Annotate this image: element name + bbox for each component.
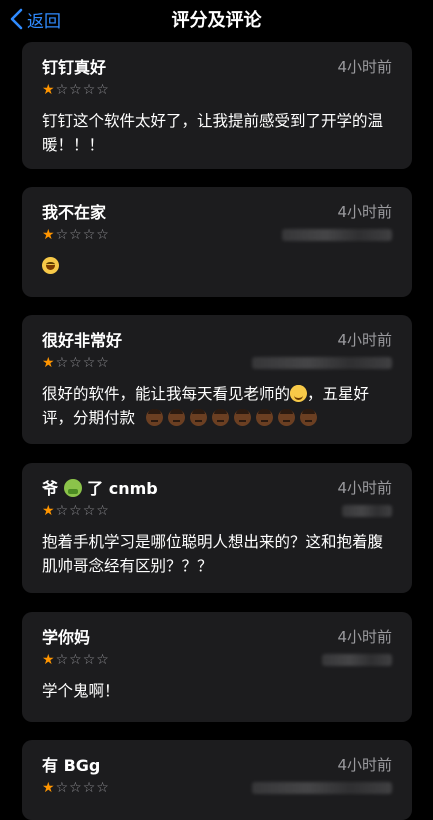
star-empty-icon: ☆ — [96, 355, 109, 371]
review-card[interactable]: 钉钉真好 4小时前 ★ ☆ ☆ ☆ ☆ 钉钉这个软件太好了，让我提前感受到了开学… — [22, 42, 412, 169]
star-empty-icon: ☆ — [96, 82, 109, 98]
star-rating: ★ ☆ ☆ ☆ ☆ — [42, 504, 109, 518]
review-time: 4小时前 — [337, 478, 392, 497]
review-title: 钉钉真好 — [42, 58, 107, 77]
man-emoji-icon — [233, 409, 251, 426]
review-title: 有 BGg — [42, 756, 101, 775]
review-time: 4小时前 — [337, 57, 392, 76]
star-empty-icon: ☆ — [69, 652, 82, 668]
man-emoji-icon — [299, 409, 317, 426]
star-empty-icon: ☆ — [96, 503, 109, 519]
star-rating: ★ ☆ ☆ ☆ ☆ — [42, 228, 109, 242]
star-filled-icon: ★ — [42, 503, 55, 519]
navigation-bar: 返回 评分及评论 — [0, 0, 433, 40]
nauseated-face-icon — [63, 479, 82, 497]
man-emoji-icon — [255, 409, 273, 426]
reviewer-name-redacted — [252, 357, 392, 369]
back-label: 返回 — [27, 11, 61, 32]
star-filled-icon: ★ — [42, 780, 55, 796]
star-rating: ★ ☆ ☆ ☆ ☆ — [42, 781, 109, 795]
man-emoji-icon — [189, 409, 207, 426]
star-empty-icon: ☆ — [96, 652, 109, 668]
review-card[interactable]: 有 BGg 4小时前 ★ ☆ ☆ ☆ ☆ — [22, 740, 412, 820]
star-rating: ★ ☆ ☆ ☆ ☆ — [42, 83, 109, 97]
review-card[interactable]: 很好非常好 4小时前 ★ ☆ ☆ ☆ ☆ 很好的软件，能让我每天看见老师的 ，五星… — [22, 315, 412, 444]
review-time: 4小时前 — [337, 755, 392, 774]
man-emoji-icon — [211, 409, 229, 426]
star-rating: ★ ☆ ☆ ☆ ☆ — [42, 356, 109, 370]
star-filled-icon: ★ — [42, 652, 55, 668]
review-title-text: 了 cnmb — [87, 479, 158, 498]
review-time: 4小时前 — [337, 202, 392, 221]
man-emoji-icon — [277, 409, 295, 426]
review-title: 很好非常好 — [42, 331, 123, 350]
star-empty-icon: ☆ — [82, 355, 96, 371]
star-rating: ★ ☆ ☆ ☆ ☆ — [42, 653, 109, 667]
review-card[interactable]: 学你妈 4小时前 ★ ☆ ☆ ☆ ☆ 学个鬼啊！ — [22, 612, 412, 722]
star-empty-icon: ☆ — [69, 227, 82, 243]
man-emoji-icon — [145, 409, 163, 426]
grinning-face-icon — [42, 257, 59, 274]
review-card[interactable]: 我不在家 4小时前 ★ ☆ ☆ ☆ ☆ — [22, 187, 412, 297]
star-empty-icon: ☆ — [96, 227, 109, 243]
star-filled-icon: ★ — [42, 227, 55, 243]
star-empty-icon: ☆ — [96, 780, 109, 796]
review-title: 学你妈 — [42, 628, 91, 647]
reviewer-name-redacted — [252, 782, 392, 794]
review-body: 抱着手机学习是哪位聪明人想出来的？这和抱着腹肌帅哥念经有区别？？？ — [42, 533, 384, 575]
star-empty-icon: ☆ — [55, 503, 69, 519]
review-title: 我不在家 — [42, 203, 107, 222]
review-time: 4小时前 — [337, 627, 392, 646]
reviewer-name-redacted — [322, 654, 392, 666]
star-empty-icon: ☆ — [55, 780, 69, 796]
star-empty-icon: ☆ — [55, 82, 69, 98]
star-empty-icon: ☆ — [69, 503, 82, 519]
reviewer-name-redacted — [282, 229, 392, 241]
star-empty-icon: ☆ — [82, 503, 96, 519]
star-empty-icon: ☆ — [82, 227, 96, 243]
review-title: 爷 了 cnmb — [42, 475, 158, 499]
star-filled-icon: ★ — [42, 82, 55, 98]
man-emoji-icon — [167, 409, 185, 426]
smiling-face-icon — [290, 385, 308, 402]
review-card[interactable]: 爷 了 cnmb 4小时前 ★ ☆ ☆ ☆ ☆ 抱着手机学习是哪位聪明人想出来的… — [22, 463, 412, 593]
review-body: 很好的软件，能让我每天看见老师的 ，五星好评，分期付款 — [42, 382, 392, 430]
review-body-text: 很好的软件，能让我每天看见老师的 — [42, 385, 291, 403]
review-body: 钉钉这个软件太好了，让我提前感受到了开学的温暖！！！ — [42, 112, 384, 154]
star-empty-icon: ☆ — [55, 227, 69, 243]
star-empty-icon: ☆ — [69, 82, 82, 98]
back-button[interactable]: 返回 — [10, 6, 61, 32]
star-empty-icon: ☆ — [69, 780, 82, 796]
chevron-left-icon — [10, 8, 23, 30]
star-empty-icon: ☆ — [55, 355, 69, 371]
star-empty-icon: ☆ — [69, 355, 82, 371]
reviewer-name-redacted — [342, 505, 392, 517]
star-empty-icon: ☆ — [82, 780, 96, 796]
review-body: 学个鬼啊！ — [42, 682, 120, 700]
star-empty-icon: ☆ — [82, 82, 96, 98]
star-empty-icon: ☆ — [82, 652, 96, 668]
star-empty-icon: ☆ — [55, 652, 69, 668]
page-title: 评分及评论 — [171, 10, 262, 31]
star-filled-icon: ★ — [42, 355, 55, 371]
review-time: 4小时前 — [337, 330, 392, 349]
review-body — [42, 254, 392, 278]
review-title-text: 爷 — [42, 479, 59, 498]
